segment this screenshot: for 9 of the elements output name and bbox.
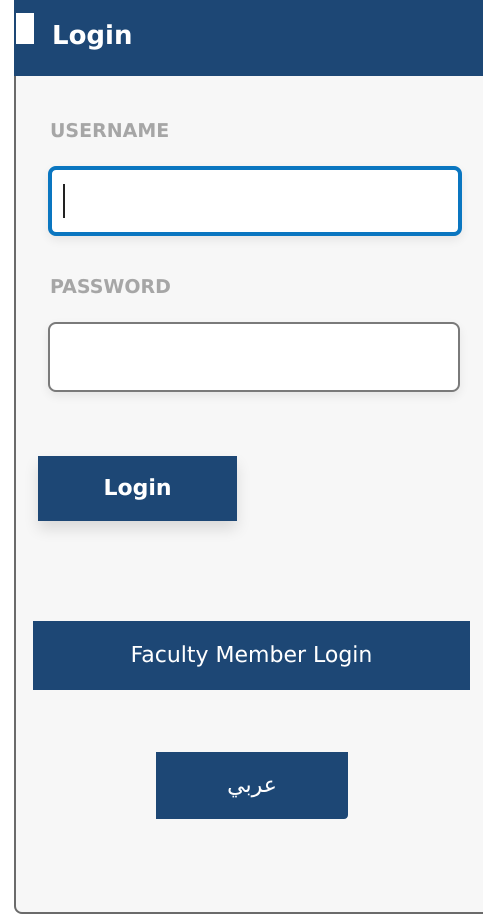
- square-icon: [16, 12, 34, 44]
- input-field[interactable]: [48, 322, 460, 392]
- login-button[interactable]: Login: [38, 456, 237, 521]
- faculty-login-button[interactable]: Faculty Member Login: [33, 621, 470, 690]
- language-button[interactable]: عربي: [156, 752, 348, 819]
- input-field[interactable]: [48, 166, 462, 236]
- header-title: Login: [52, 21, 132, 51]
- field-label: PASSWORD: [50, 276, 172, 298]
- field-label: USERNAME: [50, 120, 170, 142]
